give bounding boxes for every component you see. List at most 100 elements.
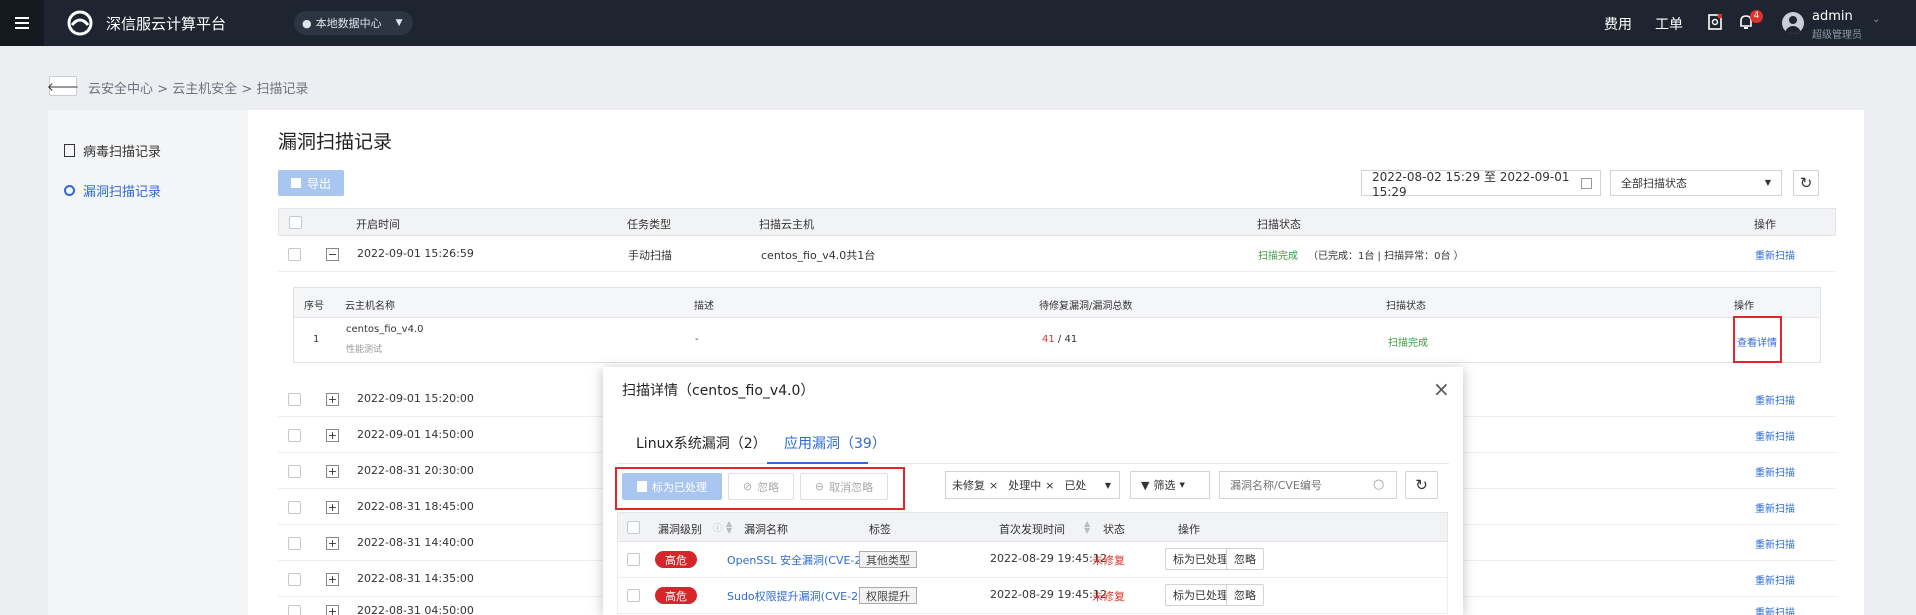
column-header: 待修复漏洞/漏洞总数 <box>1039 301 1133 312</box>
active-tab-indicator <box>767 462 868 464</box>
rescan-link[interactable]: 重新扫描 <box>1755 536 1795 551</box>
close-icon[interactable]: × <box>1433 377 1450 401</box>
row-checkbox[interactable] <box>288 429 301 442</box>
vuln-row: 高危 Sudo权限提升漏洞(CVE-20... 权限提升 2022-08-29 … <box>617 578 1448 614</box>
sort-icon[interactable]: ▲ ▼ <box>1084 520 1090 535</box>
hamburger-menu-button[interactable] <box>0 0 44 46</box>
expand-icon[interactable]: + <box>326 573 339 586</box>
expand-icon[interactable]: + <box>326 465 339 478</box>
row-checkbox[interactable] <box>288 573 301 586</box>
back-button[interactable]: 🡐 <box>46 76 80 96</box>
row-checkbox[interactable] <box>288 605 301 615</box>
vuln-status: 未修复 <box>1092 590 1125 603</box>
rescan-link[interactable]: 重新扫描 <box>1755 464 1795 479</box>
collapse-icon[interactable]: − <box>326 248 339 261</box>
expand-icon[interactable]: + <box>326 501 339 514</box>
breadcrumb: 云安全中心 > 云主机安全 > 扫描记录 <box>88 82 309 97</box>
breadcrumb-item[interactable]: 云安全中心 <box>88 82 153 97</box>
date-range-value: 2022-08-02 15:29 至 2022-09-01 15:29 <box>1372 169 1570 199</box>
export-icon <box>290 178 301 188</box>
sort-icon[interactable]: ▲ ▼ <box>726 520 732 535</box>
expand-icon[interactable]: + <box>326 605 339 615</box>
status-filter-select[interactable]: 未修复 × 处理中 × 已处 ▼ <box>945 471 1120 499</box>
filter-tag: 未修复 <box>952 479 985 492</box>
sidebar-item-label: 漏洞扫描记录 <box>83 184 162 200</box>
user-name[interactable]: admin <box>1812 9 1853 24</box>
notification-badge: 4 <box>1750 10 1763 23</box>
vuln-count: 41 / 41 <box>1042 334 1077 345</box>
fee-link[interactable]: 费用 <box>1604 14 1632 34</box>
rescan-link[interactable]: 重新扫描 <box>1755 247 1795 262</box>
column-header: 云主机名称 <box>345 301 395 312</box>
avatar[interactable] <box>1782 12 1804 34</box>
refresh-button[interactable]: ↻ <box>1793 170 1819 196</box>
datacenter-label: 本地数据中心 <box>315 17 382 30</box>
tab-app-vulns[interactable]: 应用漏洞（39） <box>784 433 886 453</box>
start-time: 2022-09-01 15:20:00 <box>357 392 474 405</box>
rescan-link[interactable]: 重新扫描 <box>1755 604 1795 615</box>
vuln-name-link[interactable]: OpenSSL 安全漏洞(CVE-20... <box>727 552 879 568</box>
expand-icon[interactable]: + <box>326 537 339 550</box>
rescan-link[interactable]: 重新扫描 <box>1755 500 1795 515</box>
start-time: 2022-08-31 14:35:00 <box>357 572 474 585</box>
row-checkbox[interactable] <box>627 589 640 602</box>
scan-status: 扫描完成 <box>1258 251 1298 262</box>
vuln-name-link[interactable]: Sudo权限提升漏洞(CVE-20... <box>727 588 876 604</box>
export-label: 导出 <box>306 176 331 191</box>
refresh-button[interactable]: ↻ <box>1405 471 1438 499</box>
ticket-link[interactable]: 工单 <box>1655 14 1683 34</box>
scan-status-select[interactable]: 全部扫描状态 ▼ <box>1610 170 1782 196</box>
tabs-divider <box>617 463 1449 464</box>
expand-icon[interactable]: + <box>326 429 339 442</box>
search-input[interactable] <box>1219 471 1397 499</box>
page-title: 漏洞扫描记录 <box>278 131 393 153</box>
datacenter-selector[interactable]: ● 本地数据中心 ▼ <box>294 11 413 35</box>
scan-hosts: centos_fio_v4.0共1台 <box>761 249 876 262</box>
column-header: 操作 <box>1178 523 1200 536</box>
filter-tag: 已处 <box>1064 479 1087 492</box>
sidebar-item-label: 病毒扫描记录 <box>83 144 162 160</box>
ignore-button[interactable]: 忽略 <box>1226 584 1264 606</box>
row-checkbox[interactable] <box>288 248 301 261</box>
search-icon[interactable]: ○ <box>1373 477 1384 492</box>
caret-down-icon: ▼ <box>1179 481 1185 489</box>
row-checkbox[interactable] <box>288 537 301 550</box>
host-subtable: 序号 云主机名称 描述 待修复漏洞/漏洞总数 扫描状态 操作 1 centos_… <box>293 287 1821 363</box>
row-checkbox[interactable] <box>627 553 640 566</box>
rescan-link[interactable]: 重新扫描 <box>1755 428 1795 443</box>
chevron-down-icon[interactable]: ⌄ <box>1872 14 1880 25</box>
column-header: 状态 <box>1103 523 1125 536</box>
sidebar: 病毒扫描记录 漏洞扫描记录 <box>48 110 248 615</box>
calendar-icon <box>1581 178 1592 189</box>
start-time: 2022-09-01 14:50:00 <box>357 428 474 441</box>
tab-linux-vulns[interactable]: Linux系统漏洞（2） <box>636 433 767 453</box>
filter-button[interactable]: ▼ 筛选 ▼ <box>1130 471 1210 499</box>
date-range-picker[interactable]: 2022-08-02 15:29 至 2022-09-01 15:29 <box>1361 169 1601 199</box>
remove-tag-icon[interactable]: × <box>989 479 998 492</box>
ignore-button[interactable]: 忽略 <box>1226 548 1264 570</box>
bug-icon <box>64 184 75 196</box>
vuln-table-header: 漏洞级别 ⓘ ▲ ▼ 漏洞名称 标签 首次发现时间 ▲ ▼ 状态 操作 <box>617 512 1448 542</box>
sidebar-item-virus-scan[interactable]: 病毒扫描记录 <box>64 140 161 160</box>
arrow-left-icon: 🡐 <box>46 79 80 94</box>
remove-tag-icon[interactable]: × <box>1045 479 1054 492</box>
row-checkbox[interactable] <box>288 501 301 514</box>
breadcrumb-item[interactable]: 云主机安全 <box>172 82 237 97</box>
rescan-link[interactable]: 重新扫描 <box>1755 392 1795 407</box>
select-all-checkbox[interactable] <box>289 216 302 229</box>
table-row: − 2022-09-01 15:26:59 手动扫描 centos_fio_v4… <box>278 236 1836 272</box>
highlight-box <box>615 467 905 510</box>
expand-icon[interactable]: + <box>326 393 339 406</box>
location-pin-icon: ● <box>302 16 312 30</box>
row-checkbox[interactable] <box>288 465 301 478</box>
document-icon[interactable] <box>1708 14 1722 30</box>
export-button[interactable]: 导出 <box>278 170 344 196</box>
user-role: 超级管理员 <box>1812 30 1862 41</box>
select-all-checkbox[interactable] <box>627 521 640 534</box>
start-time: 2022-08-31 20:30:00 <box>357 464 474 477</box>
sidebar-item-vuln-scan[interactable]: 漏洞扫描记录 <box>64 180 161 200</box>
start-time: 2022-09-01 15:26:59 <box>357 247 474 260</box>
rescan-link[interactable]: 重新扫描 <box>1755 572 1795 587</box>
row-checkbox[interactable] <box>288 393 301 406</box>
vuln-row: 高危 OpenSSL 安全漏洞(CVE-20... 其他类型 2022-08-2… <box>617 542 1448 578</box>
